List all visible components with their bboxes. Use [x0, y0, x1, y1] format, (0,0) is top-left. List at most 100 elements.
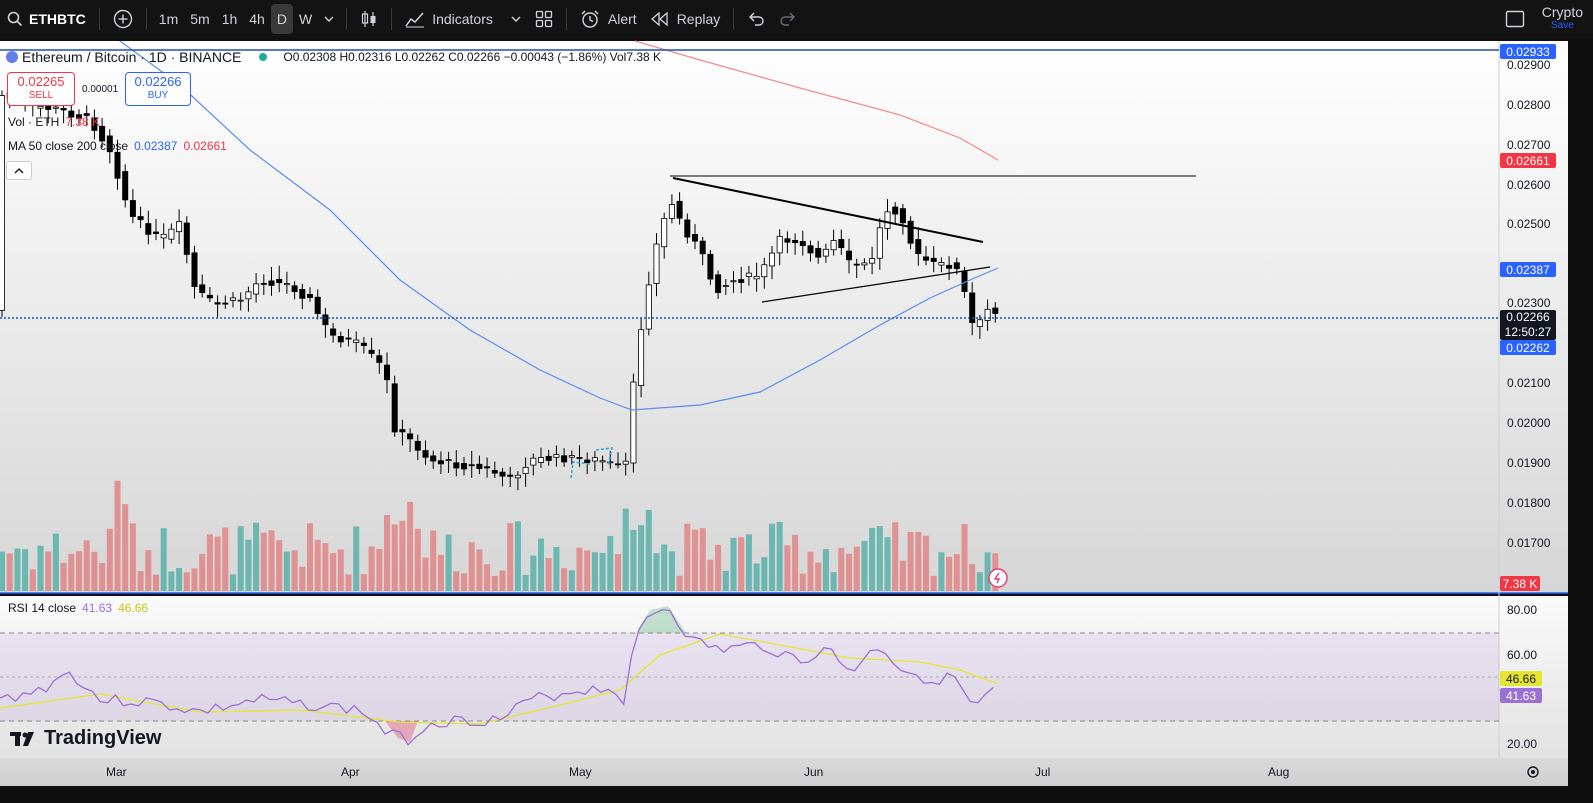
volume-bar [199, 553, 206, 591]
candle [229, 292, 236, 308]
candle [668, 194, 675, 224]
candle [838, 229, 845, 255]
candle [561, 448, 568, 467]
volume-bar [792, 534, 799, 591]
candle [276, 265, 283, 293]
candle [260, 274, 267, 295]
candle [383, 352, 390, 394]
volume-bar [407, 501, 414, 591]
symbol-legend[interactable]: Ethereum / Bitcoin · 1D · BINANCE O0.023… [6, 49, 661, 65]
volume-bar [915, 531, 922, 591]
volume-bar [507, 523, 514, 591]
candle [715, 270, 722, 299]
candle [869, 246, 876, 275]
volume-bar [784, 545, 791, 591]
candle [337, 331, 344, 348]
price-tick: 0.02000 [1507, 416, 1551, 430]
price-chart[interactable]: 0.02900 0.02800 0.02700 0.02600 0.02500 … [0, 0, 1568, 786]
volume-bar [830, 572, 837, 591]
lightning-icon[interactable] [988, 568, 1008, 588]
volume-bar [268, 530, 275, 591]
candle [753, 262, 760, 292]
price-tick: 0.01700 [1507, 536, 1551, 550]
candle [183, 216, 190, 264]
tradingview-logo[interactable]: TradingView [10, 727, 161, 750]
volume-bar [322, 543, 329, 591]
candle [776, 229, 783, 266]
candle [360, 336, 367, 354]
trendline-ascending[interactable] [761, 266, 991, 303]
volume-bar [676, 575, 683, 591]
volume-bar [761, 557, 768, 591]
candle [507, 466, 514, 488]
volume-bar [838, 547, 845, 591]
volume-value: 7.38 K [65, 115, 101, 129]
volume-bar [684, 523, 691, 591]
candle [299, 283, 306, 310]
volume-bar [853, 546, 860, 591]
ma50-line [119, 40, 999, 411]
candle [0, 90, 5, 317]
candle [992, 302, 999, 323]
volume-bar [568, 570, 575, 591]
volume-bar [484, 564, 491, 591]
volume-bar [884, 537, 891, 591]
rsi-legend[interactable]: RSI 14 close 41.63 46.66 [8, 601, 148, 615]
candle [160, 223, 167, 249]
candle [769, 245, 776, 280]
candle [861, 258, 868, 271]
candle [745, 265, 752, 286]
candle [815, 240, 822, 264]
volume-legend[interactable]: Vol · ETH 7.38 K [8, 115, 100, 129]
volume-bar [168, 571, 175, 591]
volume-bar [745, 534, 752, 591]
candle [599, 455, 606, 471]
time-label: Jul [1035, 765, 1050, 779]
symbol-title: Ethereum / Bitcoin · 1D · BINANCE [22, 49, 242, 65]
buy-button[interactable]: 0.02266 BUY [125, 72, 191, 106]
price-tag-top-line: 0.02933 [1500, 44, 1556, 59]
volume-bar [584, 550, 591, 591]
candle [522, 457, 529, 487]
volume-bar [607, 535, 614, 591]
candle [322, 307, 329, 338]
candle [222, 295, 229, 309]
price-tag-ma200: 0.02661 [1500, 153, 1556, 168]
candle [191, 245, 198, 299]
volume-bar [699, 528, 706, 591]
volume-bar [206, 534, 213, 591]
ma-legend[interactable]: MA 50 close 200 close 0.02387 0.02661 [8, 139, 227, 153]
candle [391, 375, 398, 437]
volume-bar [337, 549, 344, 591]
collapse-legend-button[interactable] [6, 161, 32, 180]
time-label: Aug [1268, 765, 1289, 779]
candle [306, 287, 313, 302]
trendline-descending[interactable] [672, 177, 984, 243]
volume-bar [738, 537, 745, 591]
price-tag-low: 0.02262 [1500, 340, 1556, 355]
candle [615, 452, 622, 469]
volume-bar [969, 564, 976, 591]
volume-bar [29, 569, 36, 591]
candle [530, 453, 537, 476]
volume-bar [183, 572, 190, 591]
ma-label: MA 50 close 200 close [8, 139, 129, 153]
ohlc-values: O0.02308 H0.02316 L0.02262 C0.02266 −0.0… [283, 50, 662, 64]
volume-bar [468, 542, 475, 591]
bar-countdown: 12:50:27 [1504, 325, 1552, 339]
candle [630, 373, 637, 473]
time-label: Apr [341, 765, 360, 779]
volume-bar [514, 521, 521, 591]
ma200-line [634, 40, 999, 161]
volume-bar [276, 540, 283, 591]
candle [984, 299, 991, 331]
volume-bar [645, 509, 652, 591]
settings-gear-icon[interactable] [1527, 766, 1539, 778]
sell-button[interactable]: 0.02265 SELL [7, 72, 75, 106]
buy-price: 0.02266 [134, 74, 182, 89]
replay-selection-marker[interactable] [570, 447, 613, 479]
volume-bar [615, 554, 621, 591]
candle [283, 271, 290, 294]
candle [314, 289, 321, 320]
candle [253, 273, 260, 303]
